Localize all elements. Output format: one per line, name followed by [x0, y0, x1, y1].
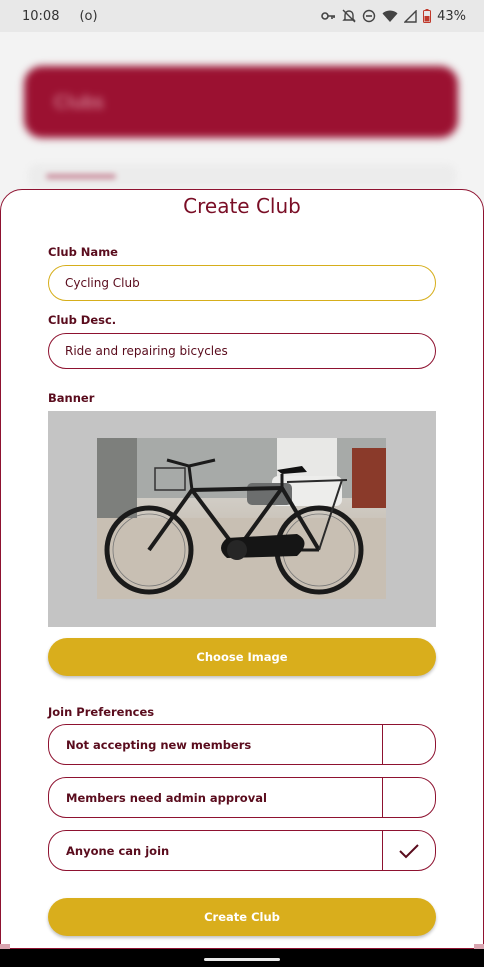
background-header-title: Clubs [54, 92, 104, 113]
do-not-disturb-icon [362, 9, 376, 23]
navigation-bar [0, 949, 484, 967]
join-option-label: Not accepting new members [66, 737, 252, 752]
join-option-label: Members need admin approval [66, 790, 267, 805]
choose-image-button[interactable]: Choose Image [48, 638, 436, 676]
join-option-label: Anyone can join [66, 843, 170, 858]
join-option-anyone[interactable]: Anyone can join [48, 830, 436, 871]
join-preferences-label: Join Preferences [48, 705, 155, 719]
sheet-title: Create Club [183, 194, 301, 218]
key-icon [321, 11, 336, 21]
wifi-icon [382, 10, 398, 23]
join-option-checkbox[interactable] [382, 831, 435, 870]
background-header: Clubs [24, 66, 458, 138]
create-club-sheet: Create Club Club Name Club Desc. Banner [0, 189, 484, 949]
checkmark-icon [399, 843, 419, 858]
join-option-admin-approval[interactable]: Members need admin approval [48, 777, 436, 818]
join-option-checkbox[interactable] [382, 725, 435, 764]
club-name-input[interactable] [48, 265, 436, 301]
battery-icon [423, 9, 432, 23]
status-time: 10:08 [22, 8, 60, 24]
banner-label: Banner [48, 391, 95, 405]
club-desc-input[interactable] [48, 333, 436, 369]
club-name-label: Club Name [48, 245, 118, 259]
create-club-button[interactable]: Create Club [48, 898, 436, 936]
join-option-checkbox[interactable] [382, 778, 435, 817]
status-bar: 10:08 (o) 43% [0, 0, 484, 32]
status-indicator: (o) [79, 8, 98, 24]
banner-image [97, 438, 386, 599]
join-option-not-accepting[interactable]: Not accepting new members [48, 724, 436, 765]
home-gesture-handle[interactable] [204, 958, 280, 961]
notifications-off-icon [342, 9, 356, 23]
club-desc-label: Club Desc. [48, 313, 117, 327]
battery-level: 43% [437, 8, 466, 24]
signal-icon [404, 9, 417, 23]
background-list-item [28, 164, 456, 188]
banner-preview [48, 411, 436, 627]
